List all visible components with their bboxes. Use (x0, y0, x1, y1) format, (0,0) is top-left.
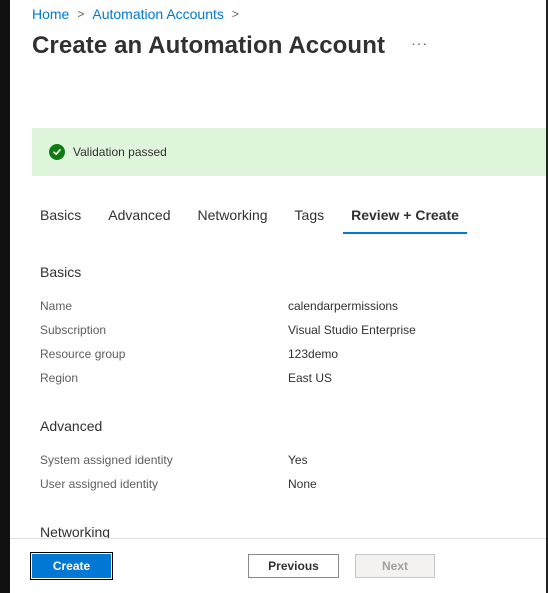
tab-advanced[interactable]: Advanced (100, 206, 178, 232)
more-options-icon[interactable]: ··· (411, 35, 428, 51)
row-label: Resource group (40, 347, 126, 361)
tab-networking[interactable]: Networking (190, 206, 276, 232)
row-value: None (288, 477, 317, 491)
breadcrumb-automation-accounts-link[interactable]: Automation Accounts (92, 6, 224, 22)
row-value: East US (288, 371, 333, 385)
summary-row: System assigned identity Yes (40, 448, 540, 472)
basics-section: Basics Name calendarpermissions Subscrip… (40, 264, 540, 390)
summary-row: Region East US (40, 366, 540, 390)
chevron-right-icon: > (77, 7, 85, 21)
section-title: Advanced (40, 418, 103, 434)
section-title: Basics (40, 264, 82, 280)
create-automation-account-panel: Home > Automation Accounts > Create an A… (10, 0, 548, 593)
tab-bar: Basics Advanced Networking Tags Review +… (32, 206, 478, 234)
row-value: Yes (288, 453, 308, 467)
tab-tags[interactable]: Tags (287, 206, 333, 232)
breadcrumb: Home > Automation Accounts > (32, 6, 247, 22)
check-circle-icon (49, 144, 65, 160)
tab-basics[interactable]: Basics (32, 206, 89, 232)
summary-row: Name calendarpermissions (40, 294, 540, 318)
previous-button[interactable]: Previous (248, 554, 339, 578)
row-label: System assigned identity (40, 453, 173, 467)
row-label: User assigned identity (40, 477, 159, 491)
summary-row: Subscription Visual Studio Enterprise (40, 318, 540, 342)
validation-banner: Validation passed (32, 128, 548, 176)
breadcrumb-home-link[interactable]: Home (32, 6, 69, 22)
summary-row: User assigned identity None (40, 472, 540, 496)
summary-row: Resource group 123demo (40, 342, 540, 366)
footer-action-bar: Create Previous Next (10, 538, 548, 593)
row-value: Visual Studio Enterprise (288, 323, 416, 337)
tab-review-create[interactable]: Review + Create (343, 206, 467, 234)
row-value: calendarpermissions (288, 299, 399, 313)
title-row: Create an Automation Account ··· (32, 32, 428, 60)
row-label: Region (40, 371, 79, 385)
validation-text: Validation passed (73, 145, 167, 159)
chevron-right-icon: > (231, 7, 239, 21)
advanced-section: Advanced System assigned identity Yes Us… (40, 418, 540, 496)
create-button[interactable]: Create (30, 552, 113, 580)
window-left-edge (0, 0, 10, 593)
row-label: Subscription (40, 323, 107, 337)
page-title: Create an Automation Account (32, 32, 386, 59)
row-value: 123demo (288, 347, 339, 361)
row-label: Name (40, 299, 73, 313)
next-button[interactable]: Next (355, 554, 435, 578)
